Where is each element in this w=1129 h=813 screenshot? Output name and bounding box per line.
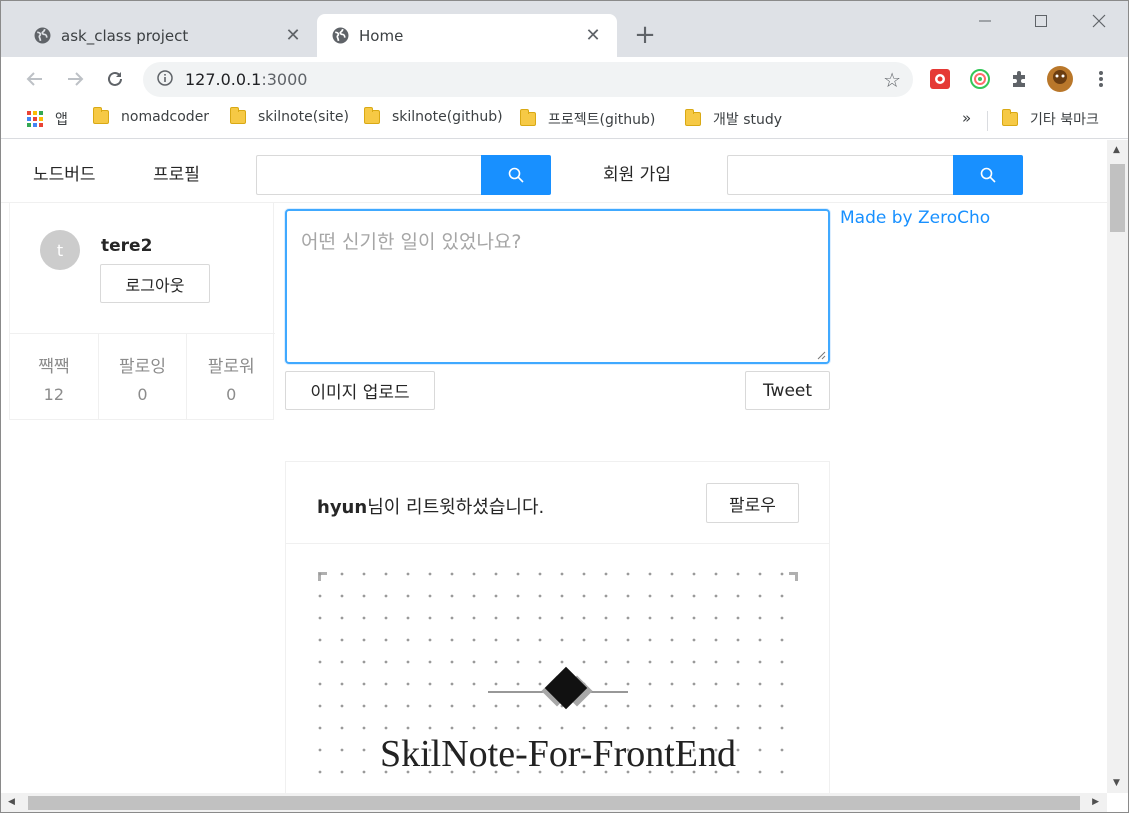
maximize-icon[interactable] bbox=[1023, 7, 1059, 35]
stat-value: 0 bbox=[226, 385, 237, 404]
menu-kebab-icon[interactable] bbox=[1089, 67, 1113, 91]
retweet-user[interactable]: hyun bbox=[317, 497, 367, 518]
bookmark-other[interactable]: 기타 북마크 bbox=[1002, 109, 1099, 129]
browser-window: ask_class project ✕ Home ✕ + 127.0.0.1:3… bbox=[0, 0, 1129, 813]
search-icon bbox=[980, 167, 996, 183]
folder-icon bbox=[364, 107, 380, 124]
retweet-notice: hyun님이 리트윗하셨습니다. bbox=[317, 493, 544, 519]
bookmarks-overflow-button[interactable]: » bbox=[962, 109, 971, 127]
folder-icon bbox=[520, 109, 536, 126]
bookmark-label: 프로젝트(github) bbox=[548, 112, 656, 128]
made-by-link[interactable]: Made by ZeroCho bbox=[840, 208, 990, 228]
nav-search-2 bbox=[727, 155, 1023, 195]
page-viewport: 노드버드 프로필 회원 가입 t tere2 로그아웃 짹짹 12 팔로잉 0 … bbox=[1, 140, 1107, 793]
reload-icon[interactable] bbox=[101, 65, 129, 93]
search-button[interactable] bbox=[481, 155, 551, 195]
back-arrow-icon[interactable] bbox=[21, 65, 49, 93]
bookmark-label: 앱 bbox=[55, 112, 68, 128]
bookmark-star-icon[interactable]: ☆ bbox=[883, 68, 901, 92]
tweet-button[interactable]: Tweet bbox=[745, 371, 830, 410]
stat-followers[interactable]: 팔로워 0 bbox=[187, 334, 275, 420]
bookmark-label: skilnote(site) bbox=[258, 109, 349, 125]
new-tab-button[interactable]: + bbox=[633, 22, 657, 48]
nav-search bbox=[256, 155, 551, 195]
bookmark-nomadcoder[interactable]: nomadcoder bbox=[93, 107, 210, 125]
window-close-icon[interactable] bbox=[1081, 7, 1117, 35]
extension-red-icon[interactable] bbox=[928, 67, 952, 91]
stat-label: 팔로잉 bbox=[119, 357, 166, 377]
bookmark-label: nomadcoder bbox=[121, 109, 210, 125]
bookmark-skilnote-site[interactable]: skilnote(site) bbox=[230, 107, 349, 125]
search-button[interactable] bbox=[953, 155, 1023, 195]
bookmark-apps[interactable]: 앱 bbox=[27, 109, 68, 129]
tab-strip: ask_class project ✕ Home ✕ + bbox=[1, 1, 1128, 57]
user-profile-card: t tere2 로그아웃 짹짹 12 팔로잉 0 팔로워 0 bbox=[9, 203, 275, 420]
close-icon[interactable]: ✕ bbox=[283, 25, 303, 46]
tab-title: Home bbox=[359, 26, 404, 45]
forward-arrow-icon[interactable] bbox=[61, 65, 89, 93]
post-header: hyun님이 리트윗하셨습니다. 팔로우 bbox=[286, 462, 829, 544]
avatar: t bbox=[40, 230, 80, 270]
bookmark-label: skilnote(github) bbox=[392, 109, 503, 125]
folder-icon bbox=[685, 109, 701, 126]
search-input[interactable] bbox=[256, 155, 481, 195]
vertical-scrollbar[interactable]: ▲ ▼ bbox=[1107, 140, 1128, 793]
horizontal-scrollbar[interactable]: ◀ ▶ bbox=[1, 793, 1107, 812]
stat-value: 0 bbox=[137, 385, 148, 404]
resize-handle-icon[interactable] bbox=[816, 350, 826, 360]
post-image[interactable]: SkilNote-For-FrontEnd bbox=[318, 572, 798, 792]
close-icon[interactable]: ✕ bbox=[583, 25, 603, 46]
profile-avatar-icon[interactable] bbox=[1046, 65, 1074, 93]
bookmarks-bar: 앱 nomadcoder skilnote(site) skilnote(git… bbox=[1, 101, 1128, 139]
nav-item-profile[interactable]: 프로필 bbox=[153, 160, 200, 185]
stat-tweets[interactable]: 짹짹 12 bbox=[10, 334, 99, 420]
stat-value: 12 bbox=[43, 385, 65, 404]
search-icon bbox=[508, 167, 524, 183]
folder-icon bbox=[230, 107, 246, 124]
profile-stats: 짹짹 12 팔로잉 0 팔로워 0 bbox=[10, 333, 275, 420]
minimize-icon[interactable] bbox=[967, 7, 1003, 35]
browser-toolbar: 127.0.0.1:3000 ☆ bbox=[1, 57, 1128, 101]
bookmark-skilnote-github[interactable]: skilnote(github) bbox=[364, 107, 503, 125]
stat-label: 짹짹 bbox=[38, 357, 70, 377]
extensions-puzzle-icon[interactable] bbox=[1008, 67, 1032, 91]
vertical-scroll-thumb[interactable] bbox=[1110, 164, 1125, 232]
url-text: 127.0.0.1:3000 bbox=[185, 70, 308, 89]
post-card: hyun님이 리트윗하셨습니다. 팔로우 SkilNote-For-FrontE… bbox=[285, 461, 830, 793]
bookmarks-divider bbox=[987, 111, 988, 131]
bookmark-label: 개발 study bbox=[713, 112, 783, 128]
stat-following[interactable]: 팔로잉 0 bbox=[99, 334, 188, 420]
retweet-text: 님이 리트윗하셨습니다. bbox=[367, 497, 545, 518]
tab-title: ask_class project bbox=[61, 26, 189, 45]
horizontal-scroll-thumb[interactable] bbox=[28, 796, 1080, 810]
extension-green-target-icon[interactable] bbox=[968, 67, 992, 91]
search-input[interactable] bbox=[727, 155, 953, 195]
tab-home[interactable]: Home ✕ bbox=[317, 14, 617, 57]
logout-button[interactable]: 로그아웃 bbox=[100, 264, 210, 303]
image-upload-button[interactable]: 이미지 업로드 bbox=[285, 371, 435, 410]
bookmark-dev-study[interactable]: 개발 study bbox=[685, 109, 782, 129]
nav-item-home[interactable]: 노드버드 bbox=[33, 160, 96, 185]
folder-icon bbox=[93, 107, 109, 124]
folder-icon bbox=[1002, 109, 1018, 126]
nav-item-signup[interactable]: 회원 가입 bbox=[603, 160, 671, 185]
apps-grid-icon bbox=[27, 111, 43, 127]
post-placeholder: 어떤 신기한 일이 있었나요? bbox=[301, 231, 522, 253]
follow-button[interactable]: 팔로우 bbox=[706, 483, 799, 523]
info-icon[interactable] bbox=[157, 69, 173, 90]
tab-ask-class-project[interactable]: ask_class project ✕ bbox=[19, 14, 317, 57]
bookmark-project-github[interactable]: 프로젝트(github) bbox=[520, 109, 655, 129]
globe-icon bbox=[331, 27, 349, 45]
bookmark-label: 기타 북마크 bbox=[1030, 112, 1099, 128]
user-nickname: tere2 bbox=[101, 236, 153, 256]
stat-label: 팔로워 bbox=[207, 357, 255, 377]
address-bar[interactable]: 127.0.0.1:3000 ☆ bbox=[143, 62, 913, 97]
post-textarea[interactable]: 어떤 신기한 일이 있었나요? bbox=[285, 209, 830, 364]
app-nav-menu: 노드버드 프로필 회원 가입 bbox=[1, 140, 1107, 203]
post-image-title: SkilNote-For-FrontEnd bbox=[380, 733, 736, 775]
globe-icon bbox=[33, 27, 51, 45]
